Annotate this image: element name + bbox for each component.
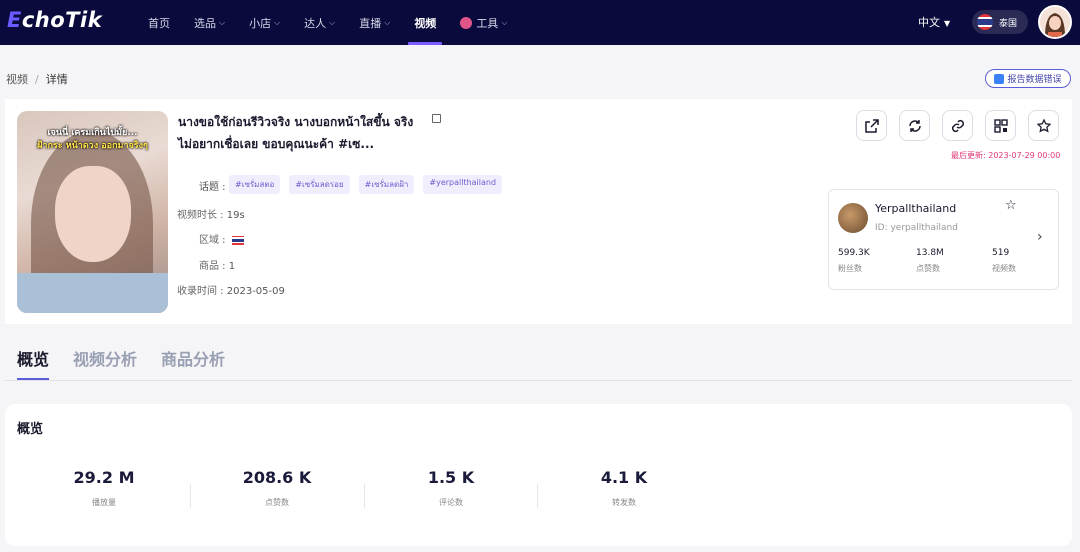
chevron-down-icon: ⌵ <box>219 17 226 27</box>
products-row: 商品 : 1 <box>199 261 236 272</box>
author-likes: 13.8M 点赞数 <box>916 248 944 273</box>
stat-comments: 1.5 K 评论数 <box>427 468 475 507</box>
products-value: 1 <box>228 261 236 272</box>
nav-item-shops[interactable]: 小店 ⌵ <box>237 0 292 45</box>
collected-value: 2023-05-09 <box>226 286 285 297</box>
topic-tag[interactable]: #เซรั่มสตอ <box>229 175 281 194</box>
refresh-icon <box>908 119 921 132</box>
nav-item-creators[interactable]: 达人 ⌵ <box>292 0 347 45</box>
analysis-tabs: 概览 视频分析 商品分析 <box>17 346 225 380</box>
nav-item-videos[interactable]: 视频 <box>402 0 448 45</box>
author-avatar[interactable] <box>838 203 868 233</box>
tab-video-analysis[interactable]: 视频分析 <box>73 346 137 380</box>
nav-item-live[interactable]: 直播 ⌵ <box>347 0 402 45</box>
topic-tag[interactable]: #yerpallthailand <box>423 175 503 194</box>
report-icon <box>994 73 1005 84</box>
topics-label: 话题 : <box>199 182 226 193</box>
chevron-right-icon[interactable]: › <box>1037 229 1043 245</box>
thailand-flag-icon <box>977 14 993 30</box>
report-data-error-button[interactable]: 报告数据错误 <box>985 69 1071 88</box>
video-thumbnail[interactable]: เจนนี่ เครมเกินไปมั้ย... ฝ้ากระ หน้าดวง … <box>17 111 168 313</box>
video-title: นางขอใช้ก่อนรีวิวจริง นางบอกหน้าใสขึ้น จ… <box>178 115 414 151</box>
breadcrumb-videos[interactable]: 视频 <box>6 73 28 86</box>
action-toolbar <box>856 110 1059 141</box>
refresh-button[interactable] <box>899 110 930 141</box>
divider <box>364 484 365 508</box>
chevron-down-icon: ⌵ <box>274 17 281 27</box>
region-label: 泰国 <box>999 18 1018 29</box>
chevron-down-icon: ⌵ <box>329 17 336 27</box>
video-detail-card: เจนนี่ เครมเกินไปมั้ย... ฝ้ากระ หน้าดวง … <box>5 99 1072 324</box>
caret-down-icon: ▼ <box>944 19 951 28</box>
author-videos: 519 视频数 <box>992 248 1016 273</box>
star-icon <box>1036 118 1051 133</box>
breadcrumb-separator: / <box>35 73 39 86</box>
link-icon <box>951 119 964 132</box>
region-selector[interactable]: 泰国 <box>972 10 1028 34</box>
tabs-divider <box>5 380 1072 381</box>
top-nav: EchoTik 首页 选品 ⌵ 小店 ⌵ 达人 ⌵ 直播 ⌵ 视频 工具 ⌵ 中文 ▼ 泰国 <box>0 0 1080 45</box>
thailand-flag-icon <box>231 235 244 245</box>
author-card[interactable]: Yerpallthailand ID: yerpallthailand ☆ › … <box>828 189 1059 290</box>
stat-likes: 208.6 K 点赞数 <box>242 468 312 507</box>
chevron-down-icon: ⌵ <box>384 17 391 27</box>
breadcrumb: 视频 / 详情 <box>6 71 68 87</box>
stat-shares: 4.1 K 转发数 <box>600 468 648 507</box>
nav-item-products[interactable]: 选品 ⌵ <box>182 0 237 45</box>
qrcode-icon <box>993 118 1008 133</box>
breadcrumb-current: 详情 <box>45 73 68 86</box>
divider <box>190 484 191 508</box>
tool-icon <box>460 16 473 29</box>
collected-row: 收录时间 : 2023-05-09 <box>177 286 285 297</box>
nav-item-tools[interactable]: 工具 ⌵ <box>448 0 519 45</box>
region-row: 区域 : <box>199 231 244 246</box>
divider <box>537 484 538 508</box>
duration-row: 视频时长 : 19s <box>177 210 245 221</box>
topic-tag[interactable]: #เซรั่มลดรอย <box>289 175 350 194</box>
favorite-button[interactable] <box>1028 110 1059 141</box>
last-updated: 最后更新: 2023-07-29 00:00 <box>951 151 1061 160</box>
author-name[interactable]: Yerpallthailand <box>875 202 956 215</box>
nav-menu: 首页 选品 ⌵ 小店 ⌵ 达人 ⌵ 直播 ⌵ 视频 工具 ⌵ <box>136 0 519 45</box>
topic-tag[interactable]: #เซรั่มลดฝ้า <box>358 175 415 194</box>
tab-product-analysis[interactable]: 商品分析 <box>161 346 225 380</box>
thumbnail-caption: เจนนี่ เครมเกินไปมั้ย... ฝ้ากระ หน้าดวง … <box>37 128 148 151</box>
follow-star-icon[interactable]: ☆ <box>1005 198 1017 213</box>
language-selector[interactable]: 中文 ▼ <box>918 14 950 30</box>
nav-item-home[interactable]: 首页 <box>136 0 182 45</box>
chevron-down-icon: ⌵ <box>501 17 508 27</box>
topic-tags: #เซรั่มสตอ #เซรั่มลดรอย #เซรั่มลดฝ้า #ye… <box>229 175 503 194</box>
qrcode-button[interactable] <box>985 110 1016 141</box>
echotik-logo[interactable]: EchoTik <box>7 8 102 32</box>
duration-value: 19s <box>226 210 245 221</box>
overview-panel: 概览 29.2 M 播放量 208.6 K 点赞数 1.5 K 评论数 4.1 K 转发… <box>5 404 1072 546</box>
user-avatar[interactable] <box>1038 5 1072 39</box>
share-icon <box>864 118 879 133</box>
stat-plays: 29.2 M 播放量 <box>73 468 135 507</box>
copy-icon[interactable] <box>432 114 441 123</box>
author-followers: 599.3K 粉丝数 <box>838 248 870 273</box>
link-button[interactable] <box>942 110 973 141</box>
author-id: ID: yerpallthailand <box>875 223 958 233</box>
share-button[interactable] <box>856 110 887 141</box>
overview-heading: 概览 <box>17 422 44 437</box>
tab-overview[interactable]: 概览 <box>17 346 50 380</box>
